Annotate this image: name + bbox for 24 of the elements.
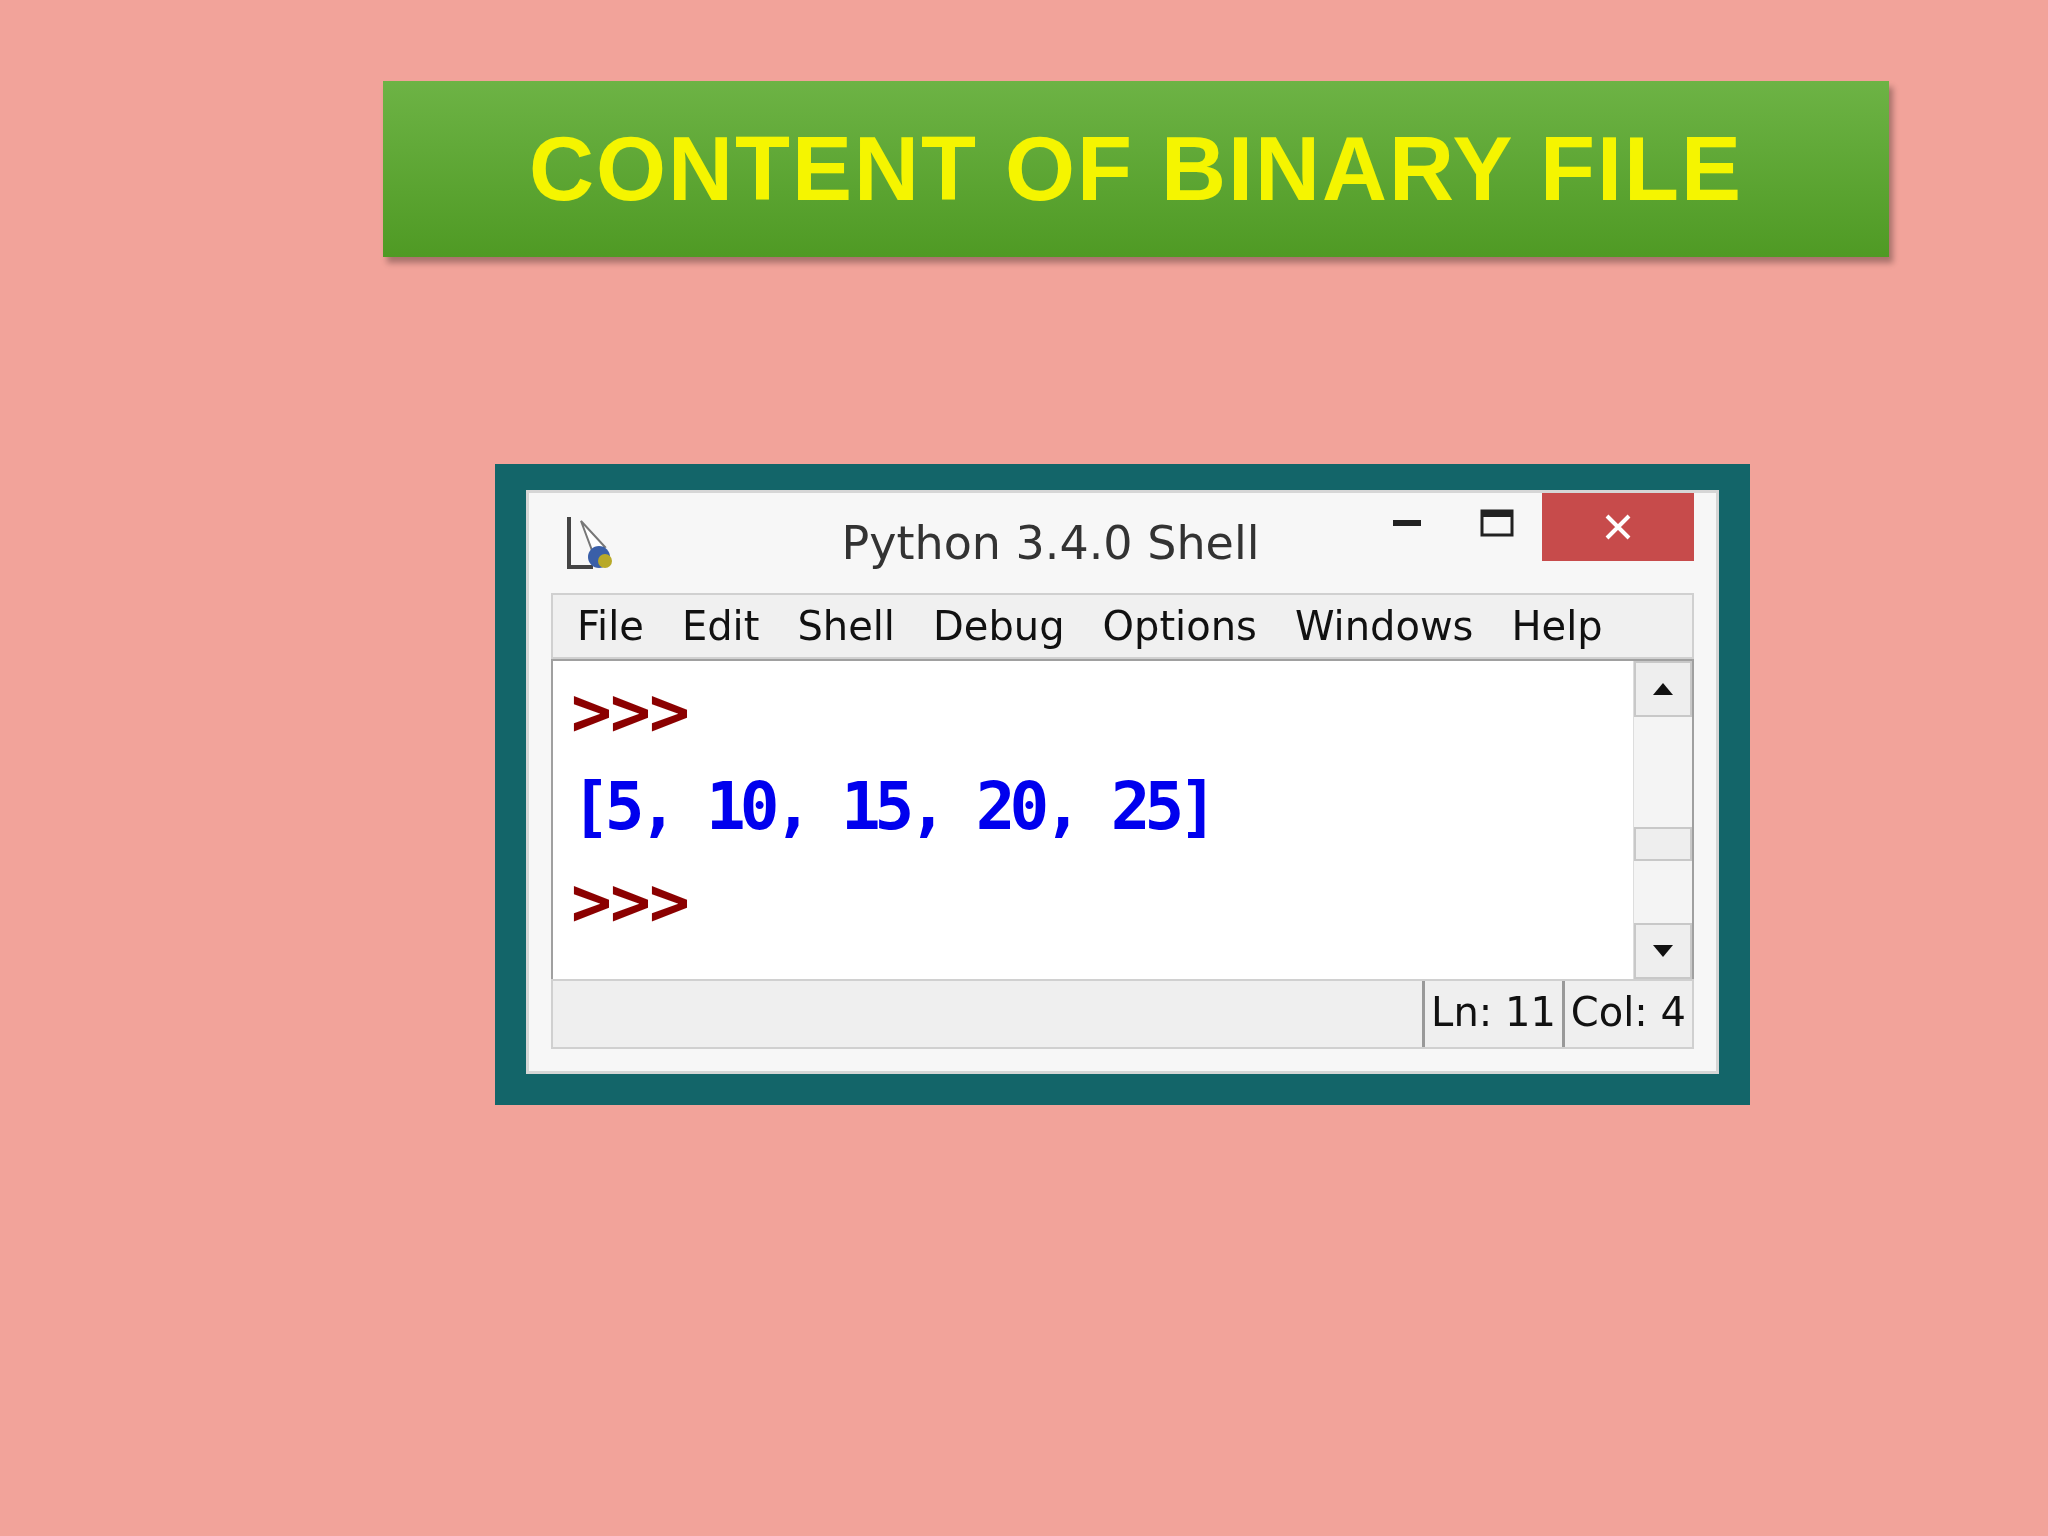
shell-output: [5, 10, 15, 20, 25] [571, 767, 1213, 847]
menu-item[interactable]: Help [1497, 603, 1627, 649]
status-text: Col: 4 [1561, 981, 1692, 1047]
shell-text-area[interactable]: >>> [5, 10, 15, 20, 25] >>> [551, 659, 1694, 979]
scrollbar[interactable] [1633, 661, 1692, 979]
menu-item[interactable]: File [563, 603, 668, 649]
shell-prompt: >>> [571, 861, 689, 943]
scroll-up-button[interactable] [1634, 661, 1692, 717]
menu-item[interactable]: Debug [919, 603, 1089, 649]
scroll-down-button[interactable] [1634, 923, 1692, 979]
up-arrow-icon [1653, 683, 1673, 695]
menu-item[interactable]: Edit [667, 603, 784, 649]
menu-item[interactable]: Windows [1280, 603, 1498, 649]
scroll-thumb[interactable] [1634, 827, 1692, 861]
minimize-icon [1393, 520, 1421, 526]
menu-item[interactable]: Options [1088, 603, 1281, 649]
maximize-icon [1480, 509, 1514, 537]
window-title: Python 3.4.0 Shell [840, 516, 1261, 570]
menu-item[interactable]: Shell [783, 603, 919, 649]
shell-prompt: >>> [571, 671, 689, 753]
close-icon [1603, 512, 1633, 542]
slide-title: CONTENT OF BINARY FILE [529, 117, 1743, 221]
status-text: Ln: 11 [1422, 981, 1562, 1047]
down-arrow-icon [1653, 945, 1673, 957]
